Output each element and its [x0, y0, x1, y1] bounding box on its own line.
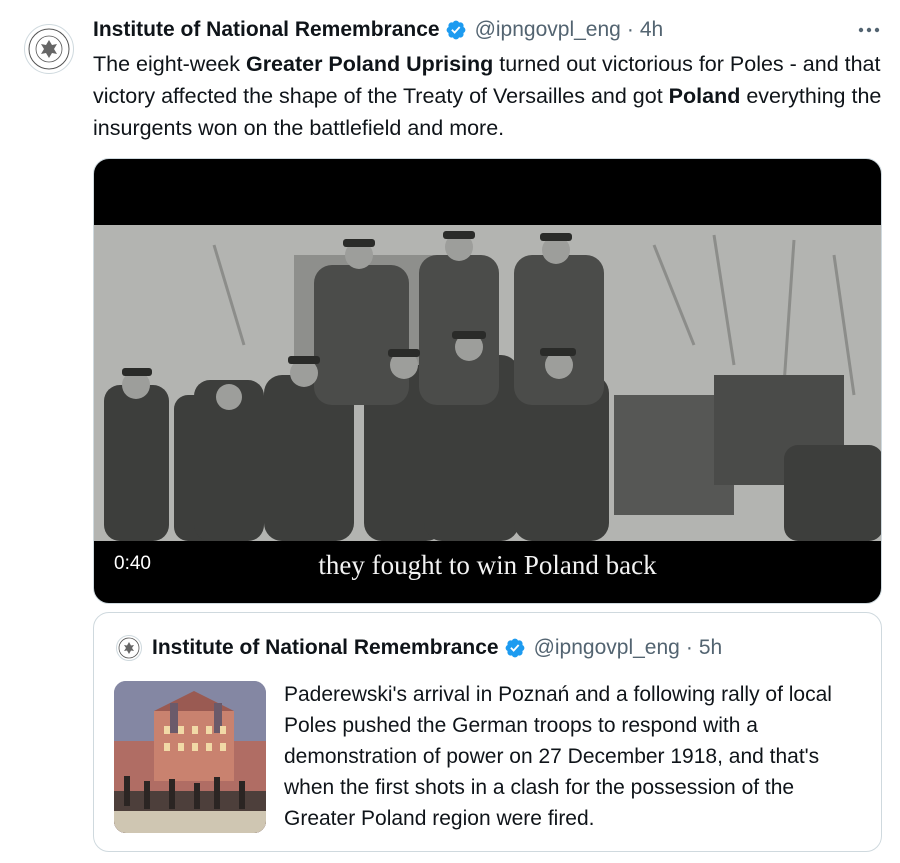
seal-logo-icon [28, 28, 70, 70]
quoted-tweet-text: Paderewski's arrival in Poznań and a fol… [284, 683, 832, 830]
quoted-tweet-card[interactable]: Institute of National Remembrance @ipngo… [93, 612, 882, 852]
verified-badge-icon [446, 20, 465, 40]
quoted-author-avatar [116, 635, 142, 661]
tweet-text-part: The eight-week [93, 52, 246, 76]
tweet-text-bold: Greater Poland Uprising [245, 52, 494, 76]
tweet-header: Institute of National Remembrance @ipngo… [93, 14, 663, 46]
quoted-tweet-header: Institute of National Remembrance @ipngo… [116, 633, 722, 663]
video-player[interactable]: 0:40 they fought to win Poland back [93, 158, 882, 604]
author-avatar[interactable] [24, 24, 74, 74]
quoted-author-handle: @ipngovpl_eng [533, 636, 680, 659]
tweet-text: The eight-week Greater Poland Uprising t… [93, 48, 883, 144]
separator-dot: · [685, 636, 693, 659]
quoted-author-name: Institute of National Remembrance [152, 636, 499, 659]
video-still-image [94, 225, 881, 541]
tweet-time[interactable]: 4h [640, 18, 663, 42]
more-options-icon[interactable] [856, 17, 882, 43]
video-frame[interactable] [94, 225, 881, 541]
author-handle[interactable]: @ipngovpl_eng [475, 18, 621, 42]
tweet-text-bold: Poland [668, 84, 741, 108]
quoted-tweet-thumbnail[interactable] [114, 681, 266, 833]
quoted-tweet-time: 5h [698, 636, 723, 659]
painting-image [114, 681, 266, 833]
verified-badge-icon [505, 638, 524, 658]
video-caption: they fought to win Poland back [318, 550, 657, 580]
separator-dot: · [626, 18, 634, 41]
author-name[interactable]: Institute of National Remembrance [93, 18, 440, 42]
seal-logo-icon [118, 637, 140, 659]
